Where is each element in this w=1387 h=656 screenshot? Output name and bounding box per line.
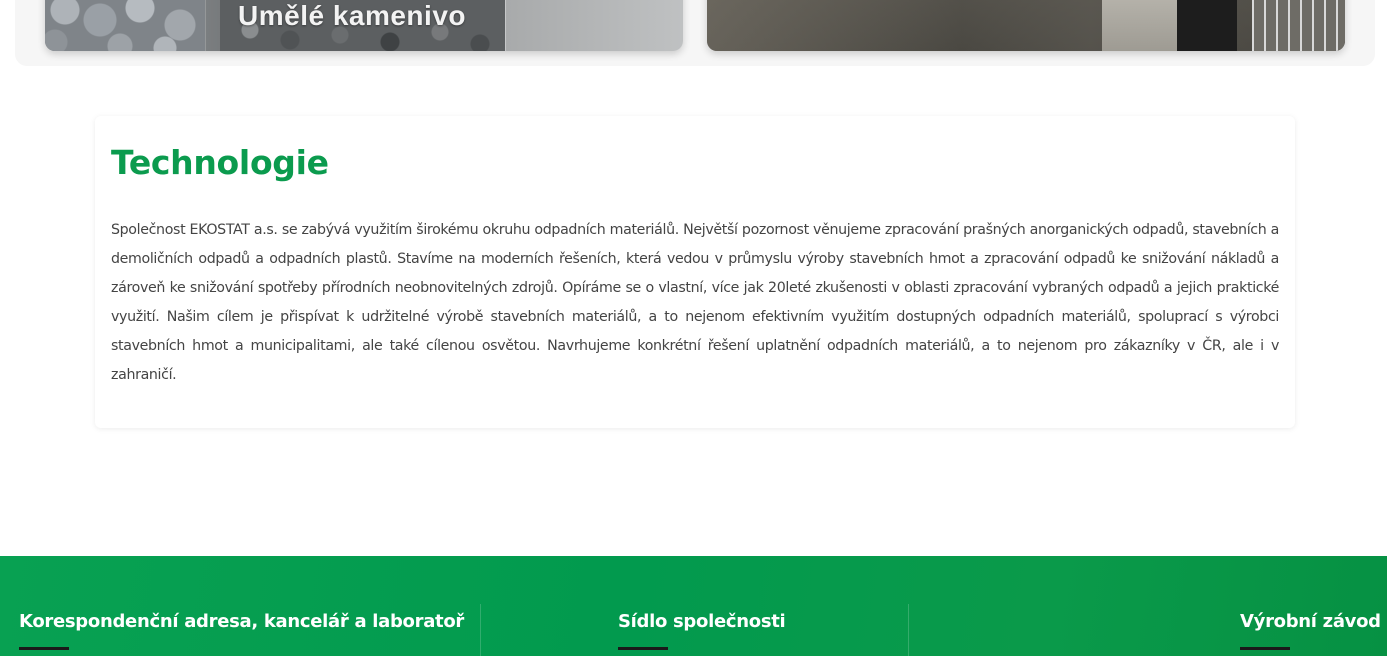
footer-heading-underline [19, 647, 69, 650]
gallery-card-artificial-aggregate[interactable]: Umělé kamenivo [45, 0, 683, 51]
page: Umělé kamenivo Technologie Společnost EK… [0, 0, 1387, 656]
footer-heading-correspondence-address: Korespondenční adresa, kancelář a labora… [19, 611, 464, 632]
aggregate-photo-stones [45, 0, 205, 51]
technology-section: Technologie Společnost EKOSTAT a.s. se z… [95, 116, 1295, 428]
production-photo-person [1177, 0, 1237, 51]
technology-title: Technologie [111, 143, 329, 182]
footer-heading-registered-office: Sídlo společnosti [618, 611, 786, 632]
footer-column-divider [480, 604, 481, 656]
gallery-card-label: Umělé kamenivo [238, 0, 466, 31]
production-photo-floor [707, 0, 1345, 51]
footer-heading-underline [1240, 647, 1290, 650]
production-photo-cage [1252, 0, 1345, 51]
gallery-card-production-photo[interactable] [707, 0, 1345, 51]
technology-description: Společnost EKOSTAT a.s. se zabývá využit… [111, 222, 1279, 383]
footer-heading-underline [618, 647, 668, 650]
footer: Korespondenční adresa, kancelář a labora… [0, 556, 1387, 656]
footer-heading-production-plant: Výrobní závod [1240, 611, 1381, 632]
gallery-strip: Umělé kamenivo [15, 0, 1375, 66]
footer-column-divider [908, 604, 909, 656]
